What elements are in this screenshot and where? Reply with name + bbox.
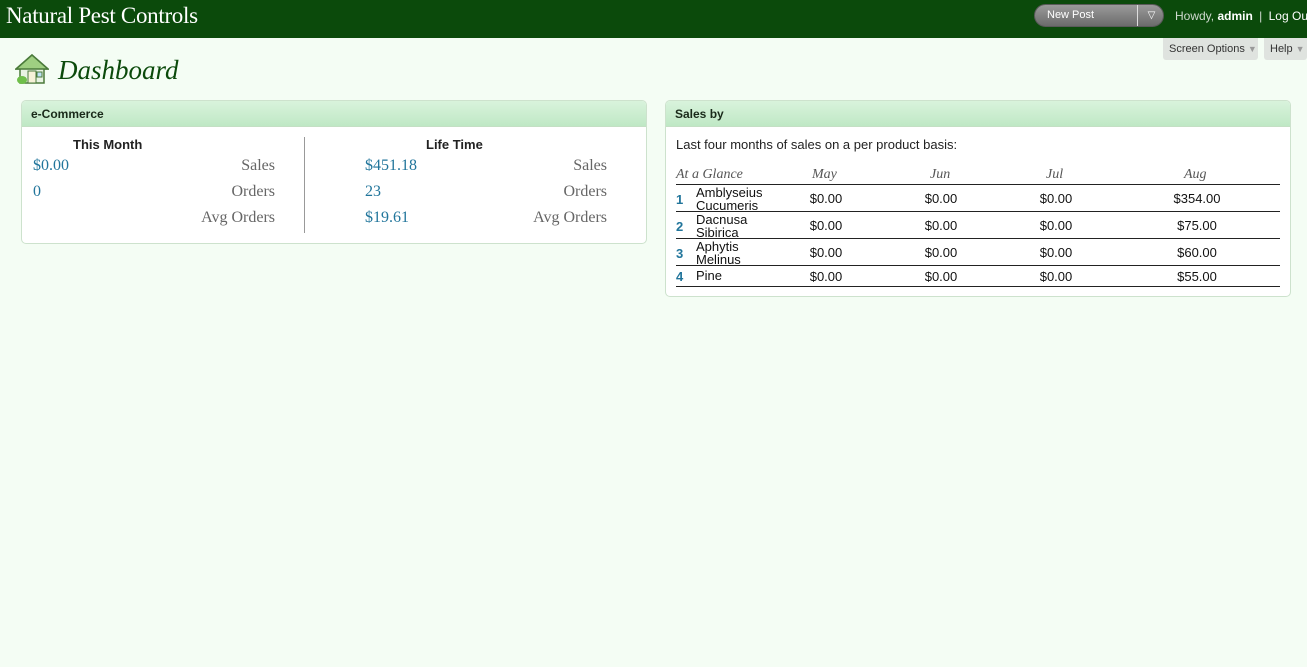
triangle-down-icon: ▽ xyxy=(1147,10,1156,21)
this-month-avg-label: Avg Orders xyxy=(201,209,275,226)
this-month-sales-value[interactable]: $0.00 xyxy=(33,157,69,175)
life-time-orders-row: 23 Orders xyxy=(305,183,646,209)
table-header: At a Glance May Jun Jul Aug xyxy=(676,165,1280,185)
cell-jul: $0.00 xyxy=(1039,191,1073,206)
row-rank: 4 xyxy=(676,269,684,284)
cell-jul: $0.00 xyxy=(1039,218,1073,233)
sales-by-widget: Sales by Last four months of sales on a … xyxy=(665,100,1291,297)
this-month-heading: This Month xyxy=(73,137,143,152)
cell-aug: $60.00 xyxy=(1177,245,1217,260)
column-header: Jul xyxy=(1046,167,1064,182)
cell-may: $0.00 xyxy=(809,191,843,206)
site-title[interactable]: Natural Pest Controls xyxy=(6,2,198,30)
life-time-sales-row: $451.18 Sales xyxy=(305,157,646,183)
life-time-column: Life Time $451.18 Sales 23 Orders $19.61… xyxy=(305,127,646,243)
new-post-button[interactable]: New Post xyxy=(1035,5,1137,26)
page-title: Dashboard xyxy=(58,55,179,85)
username-link[interactable]: admin xyxy=(1217,9,1252,23)
cell-jun: $0.00 xyxy=(924,269,958,284)
sales-table: At a Glance May Jun Jul Aug 1 Amblyseius… xyxy=(676,165,1280,287)
cell-aug: $354.00 xyxy=(1173,191,1221,206)
cell-jun: $0.00 xyxy=(924,218,958,233)
cell-may: $0.00 xyxy=(809,218,843,233)
house-icon xyxy=(15,54,49,84)
favorite-actions: New Post ▽ xyxy=(1034,4,1164,27)
product-name[interactable]: Aphytis Melinus xyxy=(696,240,786,266)
this-month-orders-row: 0 Orders xyxy=(22,183,304,209)
cell-jul: $0.00 xyxy=(1039,245,1073,260)
life-time-sales-value[interactable]: $451.18 xyxy=(365,157,417,175)
sales-by-widget-title[interactable]: Sales by xyxy=(666,101,1290,127)
life-time-avg-value[interactable]: $19.61 xyxy=(365,209,409,227)
this-month-sales-label: Sales xyxy=(241,157,275,174)
column-header: May xyxy=(812,167,837,182)
cell-jul: $0.00 xyxy=(1039,269,1073,284)
cell-may: $0.00 xyxy=(809,269,843,284)
column-header: Aug xyxy=(1184,167,1207,182)
cell-may: $0.00 xyxy=(809,245,843,260)
cell-aug: $55.00 xyxy=(1177,269,1217,284)
this-month-sales-row: $0.00 Sales xyxy=(22,157,304,183)
triangle-down-icon: ▼ xyxy=(1247,44,1257,54)
row-rank: 1 xyxy=(676,192,684,207)
life-time-heading: Life Time xyxy=(426,137,483,152)
ecommerce-widget-title[interactable]: e-Commerce xyxy=(22,101,646,127)
row-rank: 3 xyxy=(676,246,684,261)
this-month-orders-value[interactable]: 0 xyxy=(33,183,41,201)
howdy-label: Howdy, xyxy=(1175,9,1215,23)
separator: | xyxy=(1259,9,1263,23)
product-name-line: Sibirica xyxy=(696,225,739,240)
cell-aug: $75.00 xyxy=(1177,218,1217,233)
table-row: 2 Dacnusa Sibirica $0.00 $0.00 $0.00 $75.… xyxy=(676,212,1280,239)
screen-options-tab[interactable]: Screen Options ▼ xyxy=(1163,38,1258,60)
life-time-sales-label: Sales xyxy=(573,157,607,174)
this-month-orders-label: Orders xyxy=(231,183,275,200)
this-month-column: This Month $0.00 Sales 0 Orders Avg Orde… xyxy=(22,127,304,243)
ecommerce-widget: e-Commerce This Month $0.00 Sales 0 Orde… xyxy=(21,100,647,244)
product-name[interactable]: Pine xyxy=(696,269,786,282)
cell-jun: $0.00 xyxy=(924,245,958,260)
screen-options-label: Screen Options xyxy=(1169,43,1245,55)
help-tab[interactable]: Help ▼ xyxy=(1264,38,1307,60)
life-time-avg-label: Avg Orders xyxy=(533,209,607,226)
column-header: Jun xyxy=(930,167,951,182)
product-name-line: Melinus xyxy=(696,252,741,267)
cell-jun: $0.00 xyxy=(924,191,958,206)
product-name[interactable]: Amblyseius Cucumeris xyxy=(696,186,786,212)
admin-header: Natural Pest Controls New Post ▽ Howdy, … xyxy=(0,0,1307,38)
life-time-orders-label: Orders xyxy=(563,183,607,200)
product-name[interactable]: Dacnusa Sibirica xyxy=(696,213,786,239)
favorite-actions-toggle[interactable]: ▽ xyxy=(1137,5,1163,26)
product-name-line: Cucumeris xyxy=(696,198,759,213)
user-info: Howdy, admin | Log Out xyxy=(1175,9,1307,23)
triangle-down-icon: ▼ xyxy=(1295,44,1305,54)
sales-description: Last four months of sales on a per produ… xyxy=(676,137,958,152)
logout-link[interactable]: Log Out xyxy=(1269,9,1307,23)
row-rank: 2 xyxy=(676,219,684,234)
table-row: 4 Pine $0.00 $0.00 $0.00 $55.00 xyxy=(676,266,1280,287)
this-month-avg-row: Avg Orders xyxy=(22,209,304,235)
life-time-orders-value[interactable]: 23 xyxy=(365,183,381,201)
table-row: 1 Amblyseius Cucumeris $0.00 $0.00 $0.00 … xyxy=(676,185,1280,212)
table-row: 3 Aphytis Melinus $0.00 $0.00 $0.00 $60.0… xyxy=(676,239,1280,266)
help-label: Help xyxy=(1270,43,1293,55)
column-header: At a Glance xyxy=(676,167,743,182)
life-time-avg-row: $19.61 Avg Orders xyxy=(305,209,646,235)
